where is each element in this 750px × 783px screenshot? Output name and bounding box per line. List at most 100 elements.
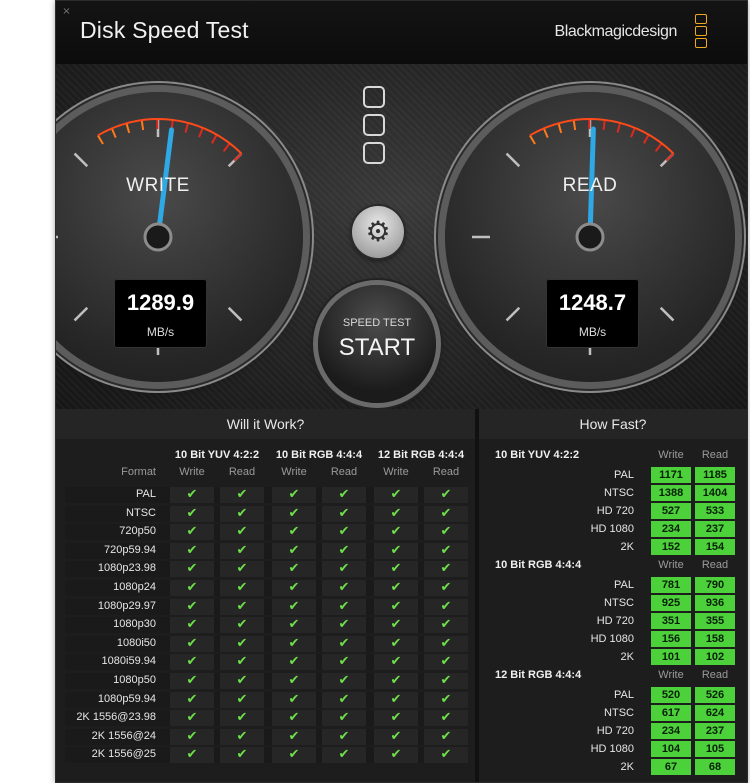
app-root: × Disk Speed Test Blackmagicdesign WRITE… xyxy=(0,0,750,783)
how-fast-read-value: 105 xyxy=(695,741,735,757)
checkmark-icon: ✔ xyxy=(424,691,468,708)
format-label: 1080i50 xyxy=(116,636,156,649)
format-label: 1080p30 xyxy=(113,618,156,631)
format-label: 1080p23.98 xyxy=(97,562,156,575)
checkmark-icon: ✔ xyxy=(322,728,366,745)
read-gauge-redline-tick xyxy=(572,119,577,131)
will-it-work-header: Will it Work? xyxy=(56,409,475,440)
checkmark-icon: ✔ xyxy=(374,524,418,541)
how-fast-row-label: HD 1080 xyxy=(590,743,634,755)
checkmark-icon: ✔ xyxy=(322,654,366,671)
how-fast-row-label: PAL xyxy=(614,579,634,591)
checkmark-icon: ✔ xyxy=(424,747,468,764)
checkmark-icon: ✔ xyxy=(220,617,264,634)
how-fast-write-value: 1388 xyxy=(651,485,691,501)
checkmark-icon: ✔ xyxy=(272,747,316,764)
how-fast-write-value: 1171 xyxy=(651,467,691,483)
write-gauge-redline-tick xyxy=(125,123,131,134)
how-fast-group-header: 10 Bit RGB 4:4:4 xyxy=(495,559,582,571)
how-fast-column-header: Read xyxy=(701,449,729,461)
write-gauge-major-tick xyxy=(73,306,89,322)
how-fast-row-label: HD 720 xyxy=(596,505,634,517)
checkmark-icon: ✔ xyxy=(424,673,468,689)
how-fast-row-label: PAL xyxy=(614,689,634,701)
checkmark-icon: ✔ xyxy=(374,710,418,727)
checkmark-icon: ✔ xyxy=(272,617,316,634)
checkmark-icon: ✔ xyxy=(424,542,468,559)
checkmark-icon: ✔ xyxy=(170,654,214,671)
checkmark-icon: ✔ xyxy=(170,487,214,503)
how-fast-write-value: 234 xyxy=(651,723,691,739)
checkmark-icon: ✔ xyxy=(374,542,418,559)
read-gauge-needle-hub xyxy=(575,222,605,252)
checkmark-icon: ✔ xyxy=(170,561,214,578)
checkmark-icon: ✔ xyxy=(374,654,418,671)
settings-button[interactable]: ⚙ xyxy=(352,206,404,258)
title-bar[interactable]: × Disk Speed Test Blackmagicdesign xyxy=(56,1,747,64)
format-label: 2K 1556@25 xyxy=(91,748,156,761)
format-label: 1080p50 xyxy=(113,674,156,686)
format-label: 1080i59.94 xyxy=(101,655,156,668)
how-fast-column-header: Read xyxy=(701,669,729,681)
write-gauge-needle-hub xyxy=(143,222,173,252)
read-gauge-redline-tick xyxy=(630,127,636,138)
format-label: PAL xyxy=(136,488,156,500)
how-fast-row-label: 2K xyxy=(620,761,634,773)
how-fast-read-value: 237 xyxy=(695,723,735,739)
how-fast-write-value: 781 xyxy=(651,577,691,593)
write-speed-value: 1289.9 xyxy=(126,290,195,315)
how-fast-column-header: Write xyxy=(658,669,684,681)
read-gauge-major-tick xyxy=(505,152,521,168)
checkmark-icon: ✔ xyxy=(322,505,366,522)
checkmark-icon: ✔ xyxy=(220,542,264,559)
read-gauge-redline-arc xyxy=(529,118,675,155)
checkmark-icon: ✔ xyxy=(374,598,418,615)
how-fast-column-header: Write xyxy=(658,449,684,461)
how-fast-write-value: 925 xyxy=(651,595,691,611)
checkmark-icon: ✔ xyxy=(424,728,468,745)
start-button[interactable]: SPEED TEST START xyxy=(318,285,436,403)
checkmark-icon: ✔ xyxy=(272,487,316,503)
checkmark-icon: ✔ xyxy=(424,617,468,634)
how-fast-group-header: 10 Bit YUV 4:2:2 xyxy=(495,449,580,461)
close-icon[interactable]: × xyxy=(62,7,71,17)
gauge-panel: WRITE 1289.9 MB/s ⚙ SPEED TEST START REA… xyxy=(56,64,747,409)
checkmark-icon: ✔ xyxy=(170,635,214,652)
how-fast-column-header: Write xyxy=(658,559,684,571)
format-label: 2K 1556@24 xyxy=(91,729,156,742)
how-fast-write-value: 617 xyxy=(651,705,691,721)
format-label: 720p50 xyxy=(119,525,156,538)
checkmark-icon: ✔ xyxy=(272,542,316,559)
how-fast-header: How Fast? xyxy=(479,409,747,440)
how-fast-read-value: 526 xyxy=(695,687,735,703)
checkmark-icon: ✔ xyxy=(220,524,264,541)
read-speed-readout: 1248.7 MB/s xyxy=(546,279,639,348)
how-fast-read-value: 790 xyxy=(695,577,735,593)
how-fast-group-header: 12 Bit RGB 4:4:4 xyxy=(495,669,582,681)
read-gauge-redline-tick xyxy=(616,122,622,133)
write-speed-readout: 1289.9 MB/s xyxy=(114,279,207,348)
how-fast-row-label: HD 720 xyxy=(596,725,634,737)
checkmark-icon: ✔ xyxy=(424,561,468,578)
checkmark-icon: ✔ xyxy=(170,728,214,745)
how-fast-row-label: HD 1080 xyxy=(590,523,634,535)
checkmark-icon: ✔ xyxy=(322,561,366,578)
how-fast-read-value: 102 xyxy=(695,649,735,665)
checkmark-icon: ✔ xyxy=(424,654,468,671)
checkmark-icon: ✔ xyxy=(170,598,214,615)
checkmark-icon: ✔ xyxy=(170,617,214,634)
write-gauge-label: WRITE xyxy=(126,175,190,196)
start-button-label: START xyxy=(338,334,416,361)
checkmark-icon: ✔ xyxy=(374,617,418,634)
how-fast-write-value: 234 xyxy=(651,521,691,537)
read-gauge-redline-tick xyxy=(602,119,606,130)
will-it-work-column-header: Read xyxy=(330,466,358,478)
format-column-header: Format xyxy=(121,466,156,478)
how-fast-table: 10 Bit YUV 4:2:2 Write Read PAL 1171 1185 NTSC… xyxy=(479,439,747,782)
checkmark-icon: ✔ xyxy=(272,710,316,727)
checkmark-icon: ✔ xyxy=(322,524,366,541)
format-label: 2K 1556@23.98 xyxy=(76,711,156,724)
read-gauge-redline-tick xyxy=(654,142,663,152)
how-fast-write-value: 67 xyxy=(651,759,691,775)
checkmark-icon: ✔ xyxy=(220,673,264,689)
